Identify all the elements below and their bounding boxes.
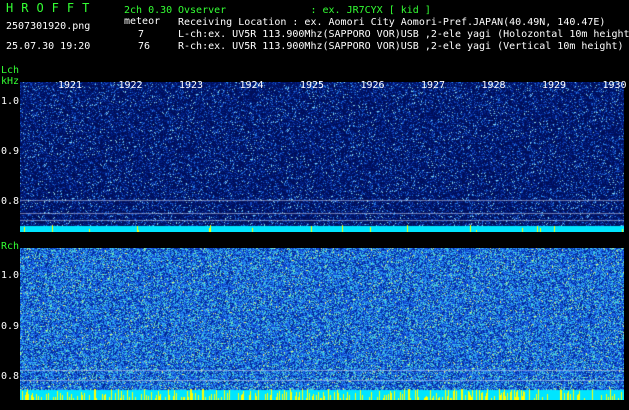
rch-spectrogram [20,248,625,400]
time-tick-label: 1923 [179,80,204,91]
time-tick-label: 1928 [481,80,506,91]
meteor-label: meteor [124,16,161,27]
time-tick-label: 1929 [542,80,567,91]
lch-info-line: L-ch:ex. UV5R 113.900Mhz(SAPPORO VOR)USB… [178,29,629,40]
observer-line: Ovserver : ex. JR7CYX [ kid ] [178,5,431,16]
lch-tick: 1.0 [1,96,20,107]
location-line: Receiving Location : ex. Aomori City Aom… [178,17,606,28]
time-tick-label: 1922 [118,80,143,91]
meteor-count-r: 76 [138,41,151,52]
lch-title: Lch [1,65,20,76]
rch-tick: 1.0 [1,270,20,281]
app-brand: HROFFT [6,1,98,15]
time-tick-label: 1921 [58,80,83,91]
rch-tick: 0.8 [1,371,20,382]
time-tick-label: 1930 [602,80,627,91]
lch-tick: 0.9 [1,146,20,157]
version-label: 2ch 0.30 [124,5,173,16]
right-border [624,70,629,410]
time-tick-label: 1927 [421,80,446,91]
meteor-count-l: 7 [138,29,145,40]
time-tick-label: 1924 [239,80,264,91]
time-tick-label: 1926 [360,80,385,91]
datetime-label: 25.07.30 19:20 [6,41,91,52]
time-tick-label: 1925 [300,80,325,91]
rch-title: Rch [1,241,20,252]
panel-divider [20,232,625,248]
lch-unit: kHz [1,76,20,87]
lch-tick: 0.8 [1,196,20,207]
rch-tick: 0.9 [1,321,20,332]
rch-info-line: R-ch:ex. UV5R 113.900Mhz(SAPPORO VOR)USB… [178,41,624,52]
filename-label: 2507301920.png [6,21,91,32]
lch-spectrogram [20,82,625,232]
